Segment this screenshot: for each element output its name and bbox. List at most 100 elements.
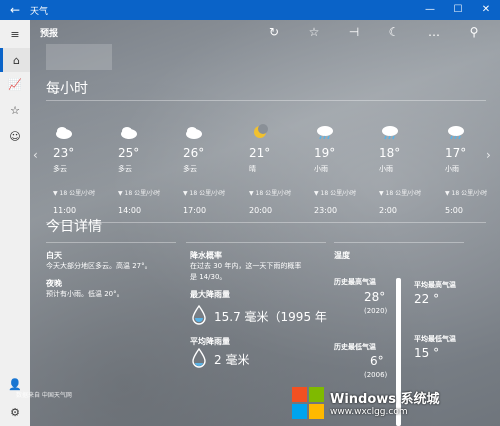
hour-wind: ▼ 18 公里/小时 [314, 190, 357, 197]
hour-wind: ▼ 18 公里/小时 [445, 190, 488, 197]
hourly-title: 每小时 [46, 81, 88, 97]
avg-rain-label: 平均降雨量 [190, 337, 230, 346]
cloudy-icon [121, 127, 137, 139]
hourly-prev-icon[interactable]: ‹ [33, 148, 38, 162]
day-night-section: 白天 今天大部分地区多云。高温 27°。 夜晚 预计有小雨。低温 20°。 [46, 250, 181, 300]
hour-time: 2:00 [379, 206, 397, 215]
menu-icon[interactable]: ≡ [0, 22, 30, 46]
sidebar: ≡ ⌂ 📈 ☆ ☺ 👤 ⚙ [0, 20, 30, 426]
data-source[interactable]: 数据来自 中国天气网 [16, 390, 72, 399]
hourly-divider [46, 100, 486, 101]
hist-high-value: 28° [364, 290, 386, 304]
hour-time: 11:00 [53, 206, 77, 215]
hour-temp: 25° [118, 146, 140, 160]
settings-icon[interactable]: ⚙ [0, 400, 30, 424]
back-button[interactable]: ← [0, 3, 30, 17]
hour-condition: 小雨 [445, 165, 459, 173]
hourly-bottom-divider [46, 222, 486, 223]
moon-icon [254, 124, 268, 138]
app-title: 天气 [30, 6, 49, 17]
hour-wind: ▼ 18 公里/小时 [118, 190, 161, 197]
hour-wind: ▼ 18 公里/小时 [183, 190, 226, 197]
hour-time: 14:00 [118, 206, 142, 215]
night-label: 夜晚 [46, 279, 62, 288]
details-divider-3 [334, 242, 464, 243]
hist-low-value: 6° [370, 354, 384, 368]
watermark-url: www.wxclgg.com [330, 407, 408, 417]
main-content: 预报 ↻ ☆ ⊣ ☾ … ⚲ 每小时 ‹ › 23° 多云 ▼ 18 公里/小时… [30, 20, 500, 426]
maximize-button[interactable]: ☐ [444, 0, 472, 20]
rain-prob-text-1: 在过去 30 年内，这一天下雨的概率 [190, 262, 302, 270]
day-label: 白天 [46, 251, 62, 260]
chart-icon[interactable]: 📈 [0, 72, 30, 96]
hist-low-label: 历史最低气温 [334, 343, 376, 351]
avg-low-label: 平均最低气温 [414, 335, 456, 343]
hour-condition: 晴 [249, 165, 256, 173]
night-text: 预计有小雨。低温 20°。 [46, 290, 124, 298]
hour-time: 5:00 [445, 206, 463, 215]
rain-prob-text-2: 是 14/30。 [190, 273, 227, 281]
search-icon[interactable]: ⚲ [454, 20, 494, 44]
pin-icon[interactable]: ⊣ [334, 20, 374, 44]
avg-high-label: 平均最高气温 [414, 281, 456, 289]
hour-wind: ▼ 18 公里/小时 [249, 190, 292, 197]
favorites-icon[interactable]: ☆ [0, 98, 30, 122]
window-controls: — ☐ ✕ [416, 0, 500, 20]
rain-icon [317, 126, 333, 140]
temp-label: 温度 [334, 251, 350, 260]
max-rain-value: 15.7 毫米（1995 年 [214, 310, 327, 324]
refresh-icon[interactable]: ↻ [254, 20, 294, 44]
cloudy-icon [56, 127, 72, 139]
temp-section-label: 温度 [334, 250, 350, 261]
star-icon[interactable]: ☆ [294, 20, 334, 44]
hour-condition: 小雨 [314, 165, 328, 173]
hour-condition: 多云 [53, 165, 67, 173]
title-bar: ← 天气 — ☐ ✕ [0, 0, 500, 20]
avg-high-value: 22 ° [414, 292, 440, 306]
hour-wind: ▼ 18 公里/小时 [53, 190, 96, 197]
smiley-icon[interactable]: ☺ [0, 124, 30, 148]
toolbar: 预报 ↻ ☆ ⊣ ☾ … ⚲ [30, 20, 500, 44]
windows-logo-icon [292, 386, 324, 419]
watermark: Windows 系统城 www.wxclgg.com [290, 379, 500, 426]
watermark-title: Windows 系统城 [330, 392, 440, 407]
hourly-next-icon[interactable]: › [486, 148, 491, 162]
rain-icon [448, 126, 464, 140]
details-divider-2 [186, 242, 326, 243]
cloudy-icon [186, 127, 202, 139]
hourly-list: 23° 多云 ▼ 18 公里/小时 11:00 25° 多云 ▼ 18 公里/小… [40, 124, 487, 224]
day-text: 今天大部分地区多云。高温 27°。 [46, 262, 152, 270]
hour-condition: 小雨 [379, 165, 393, 173]
details-divider-1 [46, 242, 176, 243]
hour-temp: 23° [53, 146, 75, 160]
close-button[interactable]: ✕ [472, 0, 500, 20]
hour-temp: 26° [183, 146, 205, 160]
raindrop-icon [192, 305, 206, 325]
hour-time: 17:00 [183, 206, 207, 215]
avg-rain-value: 2 毫米 [214, 353, 250, 367]
avg-low-value: 15 ° [414, 346, 440, 360]
hour-temp: 17° [445, 146, 467, 160]
hour-time: 20:00 [249, 206, 273, 215]
hour-wind: ▼ 18 公里/小时 [379, 190, 422, 197]
more-icon[interactable]: … [414, 20, 454, 44]
max-rain-label: 最大降雨量 [190, 290, 230, 299]
hour-temp: 19° [314, 146, 336, 160]
moon-toggle-icon[interactable]: ☾ [374, 20, 414, 44]
rain-icon [382, 126, 398, 140]
raindrop-icon [192, 348, 206, 368]
hist-high-year: (2020) [364, 307, 388, 315]
details-title: 今日详情 [46, 219, 102, 235]
rain-section: 降水概率 在过去 30 年内，这一天下雨的概率 是 14/30。 最大降雨量 [190, 250, 330, 300]
minimize-button[interactable]: — [416, 0, 444, 20]
hour-temp: 18° [379, 146, 401, 160]
hour-condition: 多云 [183, 165, 197, 173]
page-label: 预报 [40, 28, 59, 39]
hist-high-label: 历史最高气温 [334, 278, 376, 286]
hour-time: 23:00 [314, 206, 338, 215]
hour-condition: 多云 [118, 165, 132, 173]
home-icon[interactable]: ⌂ [0, 48, 30, 72]
toolbar-tools: ↻ ☆ ⊣ ☾ … ⚲ [254, 20, 494, 44]
decorative-panel [46, 44, 112, 70]
rain-prob-label: 降水概率 [190, 251, 222, 260]
